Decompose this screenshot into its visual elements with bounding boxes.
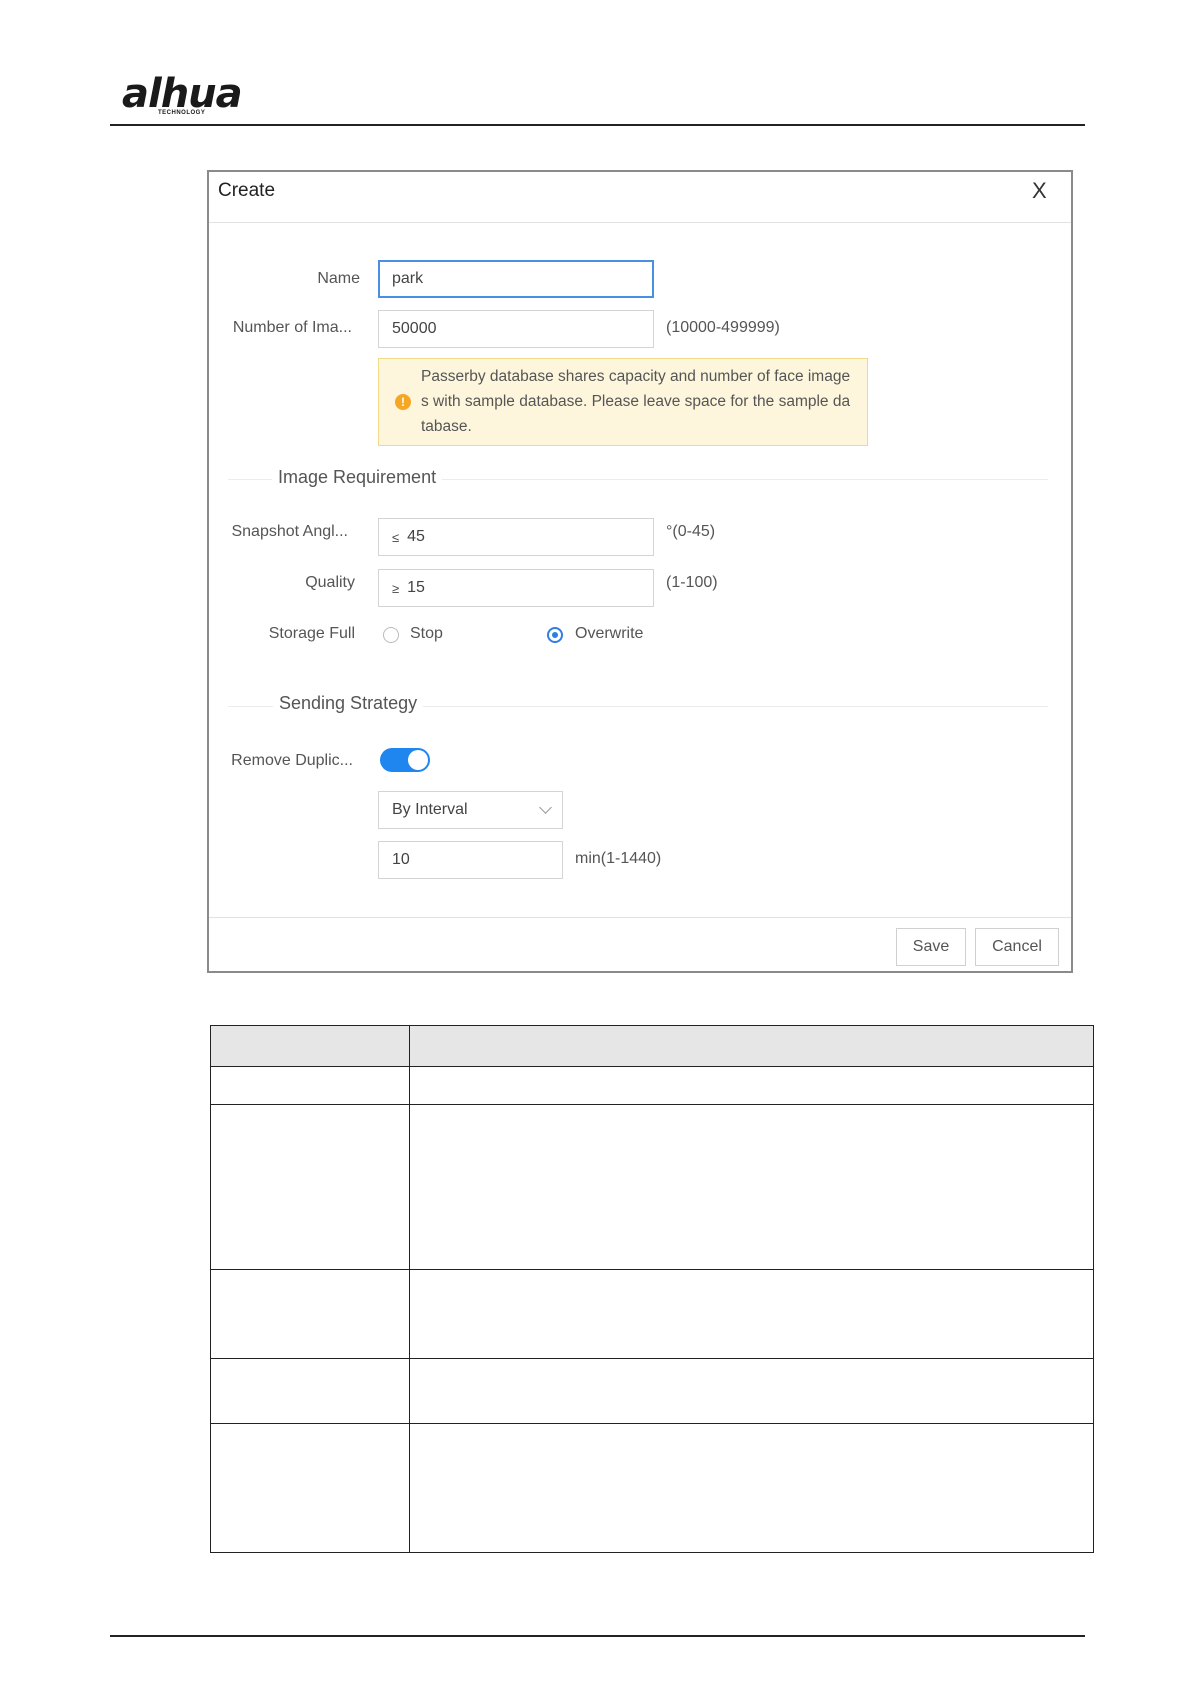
snapshot-angle-input[interactable]: ≤ 45 — [378, 518, 654, 556]
table-cell — [409, 1066, 1094, 1105]
logo-subtitle: TECHNOLOGY — [158, 110, 206, 116]
table-row — [210, 1423, 1094, 1553]
snapshot-angle-range: °(0-45) — [666, 523, 716, 540]
save-button[interactable]: Save — [896, 928, 966, 966]
table-cell — [210, 1269, 410, 1359]
table-row — [210, 1104, 1094, 1270]
notice-text: Passerby database shares capacity and nu… — [421, 368, 851, 435]
interval-mode-value: By Interval — [392, 801, 468, 818]
dahua-logo: alhua TECHNOLOGY — [122, 74, 262, 124]
table-cell — [210, 1423, 410, 1553]
image-count-input[interactable]: 50000 — [378, 310, 654, 348]
interval-input[interactable]: 10 — [378, 841, 563, 879]
table-row — [210, 1066, 1094, 1105]
table-row — [210, 1269, 1094, 1359]
table-cell — [409, 1269, 1094, 1359]
dialog-footer-divider — [209, 917, 1071, 918]
table-header-cell — [210, 1025, 410, 1067]
table-cell — [409, 1358, 1094, 1424]
logo-wordmark: alhua — [122, 71, 243, 117]
remove-duplicate-toggle[interactable] — [380, 748, 430, 772]
table-header-cell — [409, 1025, 1094, 1067]
table-cell — [210, 1358, 410, 1424]
interval-mode-select[interactable]: By Interval — [378, 791, 563, 829]
toggle-knob — [408, 750, 428, 770]
storage-full-label: Storage Full — [268, 625, 355, 642]
greater-equal-sign: ≥ — [392, 580, 400, 596]
dialog-header-divider — [209, 222, 1071, 223]
table-row — [210, 1358, 1094, 1424]
overwrite-radio[interactable] — [547, 627, 563, 643]
quality-label: Quality — [305, 574, 355, 591]
interval-range: min(1-1440) — [575, 850, 662, 867]
overwrite-label[interactable]: Overwrite — [575, 625, 643, 643]
dialog-title: Create — [218, 180, 276, 201]
image-count-range: (10000-499999) — [666, 319, 780, 336]
snapshot-angle-label: Snapshot Angl... — [231, 523, 348, 540]
warning-icon: ! — [395, 394, 411, 410]
footer-rule — [110, 1635, 1085, 1637]
table-cell — [409, 1423, 1094, 1553]
chevron-down-icon — [539, 801, 552, 814]
close-icon[interactable]: X — [1032, 180, 1047, 202]
image-requirement-title: Image Requirement — [272, 467, 443, 488]
table-cell — [409, 1104, 1094, 1270]
remove-duplicate-label: Remove Duplic... — [231, 752, 353, 769]
parameter-table — [210, 1025, 1094, 1553]
header-rule — [110, 124, 1085, 126]
quality-input[interactable]: ≥ 15 — [378, 569, 654, 607]
cancel-button[interactable]: Cancel — [975, 928, 1059, 966]
table-cell — [210, 1066, 410, 1105]
table-header-row — [210, 1025, 1094, 1067]
snapshot-angle-value: 45 — [407, 528, 425, 545]
less-equal-sign: ≤ — [392, 529, 400, 545]
name-input[interactable]: park — [378, 260, 654, 298]
quality-value: 15 — [407, 579, 425, 596]
table-cell — [210, 1104, 410, 1270]
stop-radio[interactable] — [383, 627, 399, 643]
name-label: Name — [317, 270, 360, 287]
stop-label[interactable]: Stop — [410, 625, 443, 643]
sending-strategy-title: Sending Strategy — [273, 693, 424, 714]
quality-range: (1-100) — [666, 574, 718, 591]
image-count-label: Number of Ima... — [232, 319, 352, 336]
